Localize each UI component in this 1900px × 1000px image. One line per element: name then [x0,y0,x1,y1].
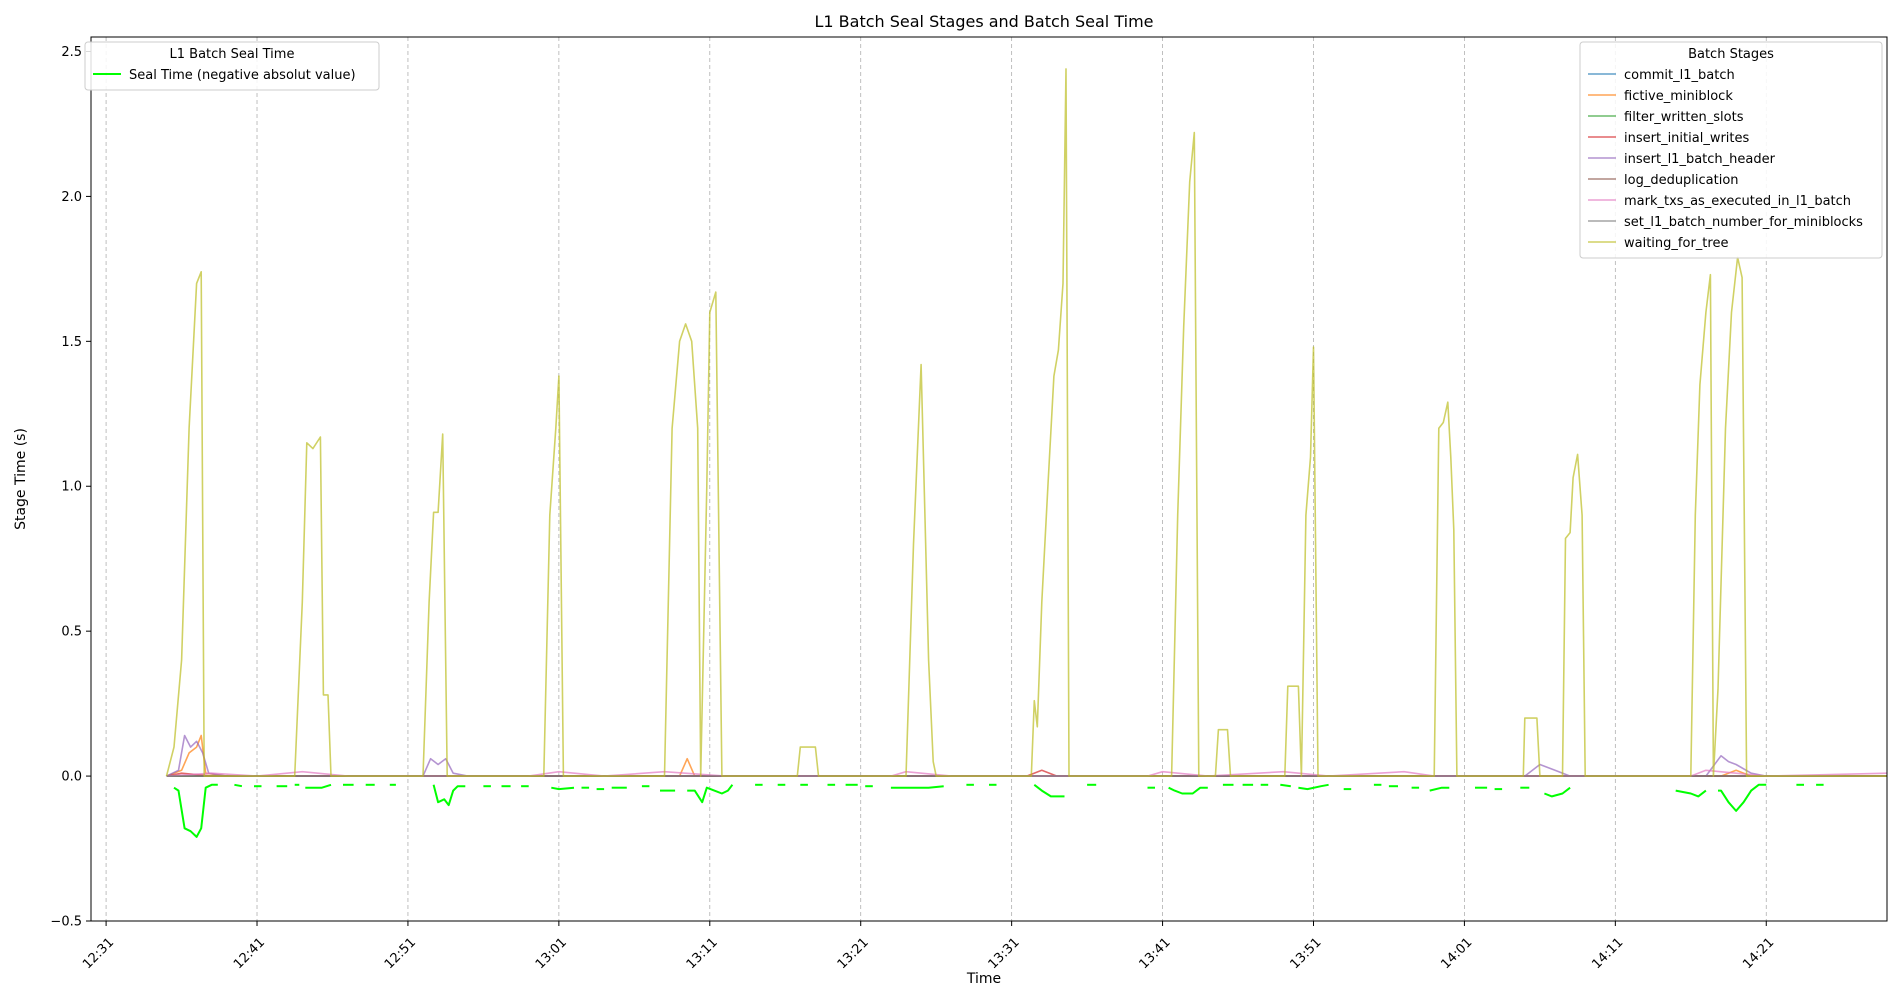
series-line [305,783,332,789]
x-tick-label: 13:01 [533,935,570,972]
batch-stages-legend: Batch Stages commit_l1_batch fictive_minib… [1579,41,1883,259]
series-line [1675,789,1707,798]
series-line [1280,783,1291,788]
series-line [1298,783,1329,791]
y-tick-label: 1.5 [61,335,82,350]
x-axis-label: Time [966,971,1001,987]
series-line [1544,786,1571,798]
x-tick-label: 12:51 [382,935,419,972]
y-tick-label: 0.5 [61,625,82,640]
seal-time-legend: L1 Batch Seal Time Seal Time (negative ab… [84,41,380,91]
x-tick-label: 13:21 [835,935,872,972]
series-line [1718,783,1767,812]
x-tick-label: 13:31 [986,935,1023,972]
legend-title: Batch Stages [1688,47,1774,62]
x-tick-label: 13:11 [684,935,721,972]
series-line [173,783,218,838]
series-line [890,785,944,789]
axis-ticks: 12:31 12:41 12:51 13:01 13:11 13:21 13:31 13:41… [50,45,1777,972]
y-tick-label: −0.5 [50,915,82,930]
x-tick-label: 14:01 [1438,935,1475,972]
x-tick-label: 12:31 [80,935,117,972]
legend-entry-set-l1-batch-number-for-miniblocks: set_l1_batch_number_for_miniblocks [1624,215,1863,230]
legend-entry-log-deduplication: log_deduplication [1624,173,1739,188]
line-chart: L1 Batch Seal Stages and Batch Seal Time… [13,12,1888,987]
y-axis-label: Stage Time (s) [13,428,29,530]
series-line [234,783,243,788]
legend-entry-commit-l1-batch: commit_l1_batch [1624,68,1735,83]
series-line [432,784,466,807]
legend-entry-seal-time-negative-absolut-value: Seal Time (negative absolut value) [129,68,356,83]
chart-container: L1 Batch Seal Stages and Batch Seal Time… [0,0,1900,1000]
x-tick-label: 12:41 [231,935,268,972]
legend-entry-insert-initial-writes: insert_initial_writes [1624,131,1749,146]
y-tick-label: 0.0 [61,770,82,785]
y-tick-label: 2.5 [61,45,82,60]
series-line [1429,786,1450,792]
legend-entry-insert-l1-batch-header: insert_l1_batch_header [1624,152,1776,167]
legend-entry-waiting-for-tree: waiting_for_tree [1624,236,1728,251]
legend-entry-filter-written-slots: filter_written_slots [1624,110,1744,125]
grid-lines [105,37,1767,921]
series-line [1168,786,1208,795]
y-tick-label: 2.0 [61,190,82,205]
x-tick-label: 13:41 [1137,935,1174,972]
chart-title: L1 Batch Seal Stages and Batch Seal Time [814,12,1153,31]
x-tick-label: 14:11 [1589,935,1626,972]
legend-title: L1 Batch Seal Time [170,47,295,62]
x-tick-label: 14:21 [1740,935,1777,972]
series-seal-time-negative-absolut-value [173,783,1824,838]
series-line [551,786,575,791]
series-line [1033,784,1065,798]
x-tick-label: 13:51 [1287,935,1324,972]
y-tick-label: 1.0 [61,480,82,495]
legend-entry-fictive-miniblock: fictive_miniblock [1624,89,1733,104]
legend-entry-mark-txs-as-executed-in-l1-batch: mark_txs_as_executed_in_l1_batch [1624,194,1851,209]
